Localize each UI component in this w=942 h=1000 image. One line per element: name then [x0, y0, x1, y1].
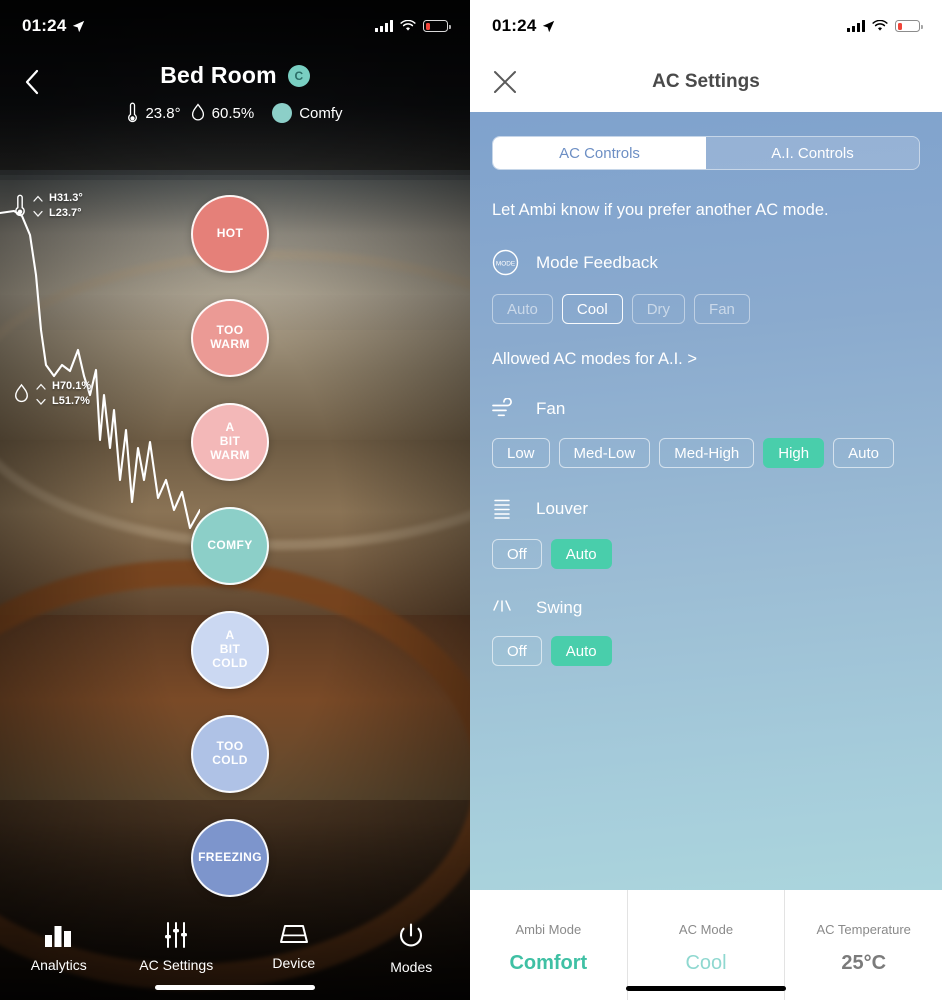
bottom-tab-bar: Analytics AC Settings Device Modes: [0, 908, 470, 1000]
svg-text:MODE: MODE: [496, 260, 515, 267]
home-indicator: [626, 986, 786, 991]
comfort-level-bubble[interactable]: A BIT COLD: [191, 611, 269, 689]
option-chip[interactable]: Auto: [550, 539, 612, 569]
tab-label: Analytics: [30, 957, 87, 973]
page-title: AC Settings: [652, 71, 760, 92]
comfort-level-bubble[interactable]: HOT: [191, 195, 269, 273]
louver-header: Louver: [492, 497, 920, 521]
footer-stat-value: Cool: [685, 951, 727, 974]
footer-stat-label: Ambi Mode: [515, 921, 582, 937]
status-bar-right: 01:24: [470, 0, 942, 52]
option-chip[interactable]: Off: [492, 636, 542, 666]
footer-stat-value: Comfort: [509, 951, 588, 974]
option-chip[interactable]: Low: [492, 438, 550, 468]
power-icon: [400, 923, 423, 947]
option-chip[interactable]: Fan: [694, 294, 750, 324]
mode-feedback-header: MODE Mode Feedback: [492, 249, 920, 276]
fan-header: Fan: [492, 398, 920, 420]
option-chip[interactable]: Auto: [833, 438, 894, 468]
sliders-icon: [165, 922, 188, 948]
wind-icon: [492, 398, 512, 417]
tab-label: AC Settings: [139, 957, 214, 973]
section-title: Swing: [536, 598, 583, 617]
tab-ac-settings[interactable]: AC Settings: [118, 922, 236, 973]
tab-label: Modes: [390, 959, 433, 975]
option-chip[interactable]: High: [763, 438, 825, 468]
section-title: Fan: [536, 399, 566, 418]
option-chip[interactable]: Med-Low: [558, 438, 651, 468]
option-chip[interactable]: Dry: [631, 294, 686, 324]
swing-icon: [493, 600, 511, 612]
tab-ac-controls[interactable]: AC Controls: [493, 137, 706, 169]
section-title: Louver: [536, 499, 588, 518]
bar-chart-icon: [44, 926, 71, 947]
option-chip[interactable]: Off: [492, 539, 542, 569]
ac-settings-screen: 01:24 AC Settings AC Controls A.I. Contr…: [470, 0, 942, 1000]
wifi-icon: [872, 20, 888, 31]
footer-stat-label: AC Mode: [678, 921, 734, 937]
footer-stat-label: AC Temperature: [816, 921, 911, 937]
tab-label: Device: [272, 955, 316, 971]
close-button[interactable]: [492, 69, 518, 95]
swing-options: Off Auto: [492, 636, 920, 666]
option-chip[interactable]: Med-High: [659, 438, 755, 468]
comfort-level-bubble[interactable]: TOO WARM: [191, 299, 269, 377]
home-indicator: [155, 985, 315, 990]
footer-stat-value: 25°C: [841, 951, 887, 974]
tab-modes[interactable]: Modes: [353, 922, 471, 975]
comfort-level-bubble[interactable]: FREEZING: [191, 819, 269, 897]
comfort-level-bubble[interactable]: COMFY: [191, 507, 269, 585]
louver-options: Off Auto: [492, 539, 920, 569]
clock-text: 01:24: [492, 16, 537, 35]
option-chip[interactable]: Auto: [550, 636, 612, 666]
comfort-level-bubble[interactable]: A BIT WARM: [191, 403, 269, 481]
status-footer: Ambi Mode Comfort AC Mode Cool AC Temperatur…: [470, 890, 942, 1000]
option-chip[interactable]: Auto: [492, 294, 553, 324]
tab-analytics[interactable]: Analytics: [0, 922, 118, 973]
room-detail-screen: 01:24 Bed Room C 23.8° 60.5% Comfy H31.3…: [0, 0, 470, 1000]
tab-ai-controls[interactable]: A.I. Controls: [706, 137, 919, 169]
footer-stat[interactable]: Ambi Mode Comfort: [470, 890, 627, 1000]
mode-feedback-options: Auto Cool Dry Fan: [492, 294, 920, 324]
fan-options: Low Med-Low Med-High High Auto: [492, 438, 920, 468]
device-icon: [279, 925, 308, 943]
location-arrow-icon: [543, 20, 555, 32]
ac-settings-body: AC Controls A.I. Controls Let Ambi know …: [470, 112, 942, 890]
controls-segmented-tabs: AC Controls A.I. Controls: [492, 136, 920, 170]
option-chip[interactable]: Cool: [561, 294, 623, 324]
hint-text: Let Ambi know if you prefer another AC m…: [492, 201, 829, 219]
comfort-level-bubble[interactable]: TOO COLD: [191, 715, 269, 793]
tab-device[interactable]: Device: [235, 922, 353, 971]
louver-icon: [494, 499, 510, 519]
ac-settings-header: AC Settings: [470, 52, 942, 112]
cellular-signal-icon: [847, 20, 865, 32]
dual-screenshot: 01:24 Bed Room C 23.8° 60.5% Comfy H31.3…: [0, 0, 942, 1000]
mode-icon: MODE: [492, 249, 519, 276]
section-title: Mode Feedback: [536, 252, 658, 272]
footer-stat[interactable]: AC Temperature 25°C: [784, 890, 942, 1000]
close-icon: [494, 71, 516, 93]
battery-low-icon: [895, 20, 923, 32]
footer-stat[interactable]: AC Mode Cool: [626, 890, 785, 1000]
comfort-scale: HOT TOO WARM A BIT WARM COMFY A BIT COLD TOO COLD FR…: [0, 0, 470, 1000]
allowed-modes-link[interactable]: Allowed AC modes for A.I. >: [492, 350, 920, 369]
swing-header: Swing: [492, 598, 920, 618]
